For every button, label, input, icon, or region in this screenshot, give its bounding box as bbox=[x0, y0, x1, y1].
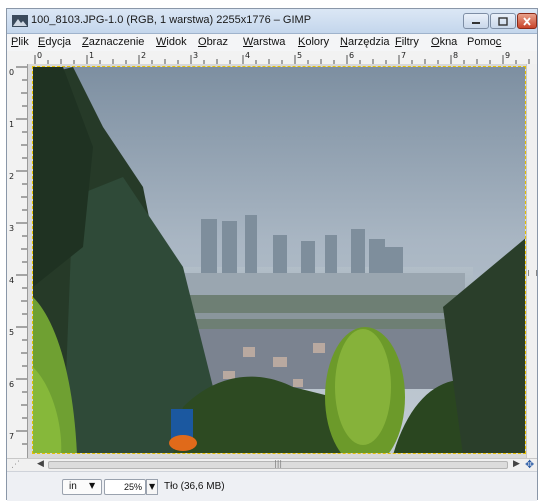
photo-layer[interactable] bbox=[32, 66, 526, 454]
maximize-button[interactable] bbox=[490, 13, 516, 29]
navigate-icon[interactable]: ✥ bbox=[525, 458, 534, 471]
menu-bar: Plik Edycja Zaznaczenie Widok Obraz Wars… bbox=[7, 34, 537, 51]
ruler-label: 3 bbox=[9, 224, 15, 233]
menu-narzedzia[interactable]: Narzędzia bbox=[340, 36, 390, 48]
ruler-label: 8 bbox=[453, 51, 459, 60]
gimp-image-icon bbox=[12, 15, 28, 27]
ruler-label: 9 bbox=[505, 51, 511, 60]
zoom-value: 25% bbox=[123, 482, 142, 492]
arrow-left-icon[interactable]: ◀ bbox=[37, 459, 44, 469]
city-landscape-photo bbox=[33, 67, 525, 453]
menu-zaznaczenie[interactable]: Zaznaczenie bbox=[82, 36, 144, 48]
ruler-label: 5 bbox=[297, 51, 303, 60]
ruler-label: 6 bbox=[9, 380, 15, 389]
unit-selector[interactable]: in ▼ bbox=[62, 479, 102, 495]
menu-warstwa[interactable]: Warstwa bbox=[243, 36, 285, 48]
menu-edycja[interactable]: Edycja bbox=[38, 36, 71, 48]
layer-info: Tło (36,6 MB) bbox=[164, 481, 225, 492]
ruler-label: 0 bbox=[37, 51, 43, 60]
chevron-down-icon: ▼ bbox=[149, 482, 156, 491]
close-button[interactable] bbox=[517, 13, 537, 29]
menu-pomoc[interactable]: Pomoc bbox=[467, 36, 501, 48]
status-bar: in ▼ 25% ▼ Tło (36,6 MB) bbox=[7, 471, 537, 501]
menu-okna[interactable]: Okna bbox=[431, 36, 457, 48]
ruler-label: 0 bbox=[9, 68, 15, 77]
close-icon bbox=[523, 16, 531, 26]
vertical-scrollbar[interactable] bbox=[526, 64, 537, 458]
title-bar: 100_8103.JPG-1.0 (RGB, 1 warstwa) 2255x1… bbox=[7, 9, 537, 34]
minimize-icon bbox=[472, 22, 480, 24]
menu-filtry[interactable]: Filtry bbox=[395, 36, 419, 48]
navigate-icon[interactable]: ⋰ bbox=[11, 460, 20, 470]
ruler-label: 2 bbox=[9, 172, 15, 181]
ruler-label: 7 bbox=[9, 432, 15, 441]
menu-kolory[interactable]: Kolory bbox=[298, 36, 329, 48]
menu-widok[interactable]: Widok bbox=[156, 36, 187, 48]
ruler-label: 4 bbox=[9, 276, 15, 285]
ruler-label: 3 bbox=[193, 51, 199, 60]
scroll-grip-icon: ||| bbox=[274, 459, 283, 468]
chevron-down-icon: ▼ bbox=[89, 481, 96, 490]
ruler-label: 2 bbox=[141, 51, 147, 60]
horizontal-ruler[interactable]: 0 1 2 3 4 5 6 7 8 9 bbox=[7, 51, 537, 65]
menu-obraz[interactable]: Obraz bbox=[198, 36, 228, 48]
scroll-grip-icon bbox=[528, 270, 537, 276]
zoom-input[interactable]: 25% bbox=[104, 479, 146, 495]
ruler-label: 7 bbox=[401, 51, 407, 60]
minimize-button[interactable] bbox=[463, 13, 489, 29]
ruler-label: 5 bbox=[9, 328, 15, 337]
unit-value: in bbox=[69, 481, 77, 492]
ruler-label: 1 bbox=[9, 120, 15, 129]
gimp-image-window: 100_8103.JPG-1.0 (RGB, 1 warstwa) 2255x1… bbox=[6, 8, 538, 501]
maximize-icon bbox=[498, 16, 508, 26]
horizontal-scroll-thumb[interactable]: ||| bbox=[48, 459, 508, 469]
vertical-ruler[interactable]: 0 1 2 3 4 5 6 7 bbox=[7, 64, 28, 458]
image-canvas[interactable] bbox=[28, 64, 526, 458]
menu-plik[interactable]: Plik bbox=[11, 36, 29, 48]
ruler-label: 6 bbox=[349, 51, 355, 60]
window-title: 100_8103.JPG-1.0 (RGB, 1 warstwa) 2255x1… bbox=[31, 14, 312, 26]
horizontal-scrollbar[interactable]: ⋰ ◀ ||| ▶ ✥ bbox=[7, 458, 537, 472]
ruler-label: 4 bbox=[245, 51, 251, 60]
zoom-dropdown-button[interactable]: ▼ bbox=[146, 479, 158, 495]
arrow-right-icon[interactable]: ▶ bbox=[513, 459, 520, 469]
ruler-label: 1 bbox=[89, 51, 95, 60]
